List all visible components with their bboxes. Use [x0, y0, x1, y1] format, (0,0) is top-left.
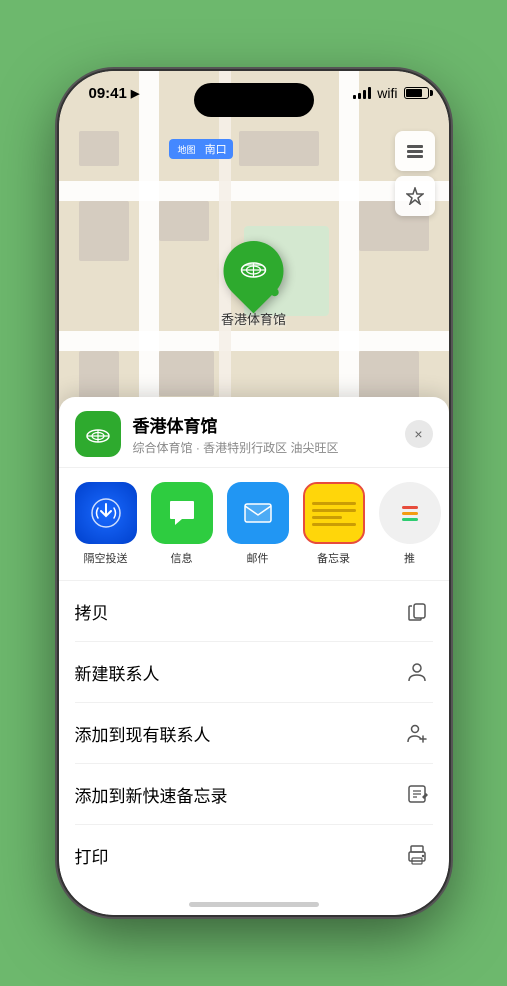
action-add-note-label: 添加到新快速备忘录 — [75, 782, 228, 807]
venue-icon — [75, 411, 121, 457]
notes-label: 备忘录 — [317, 550, 350, 566]
action-new-contact-label: 新建联系人 — [75, 660, 160, 685]
notes-lines-container — [312, 502, 356, 526]
action-copy-label: 拷贝 — [75, 599, 109, 624]
action-add-existing-label: 添加到现有联系人 — [75, 721, 211, 746]
action-new-contact[interactable]: 新建联系人 — [75, 642, 433, 703]
notes-icon — [303, 482, 365, 544]
quick-note-icon — [401, 778, 433, 810]
layers-icon — [405, 141, 425, 161]
share-item-mail[interactable]: 邮件 — [227, 482, 289, 566]
print-icon — [401, 839, 433, 871]
location-arrow-icon: ▶ — [131, 87, 139, 100]
person-add-symbol — [406, 722, 428, 744]
mail-label: 邮件 — [247, 550, 269, 566]
share-item-more[interactable]: 推 — [379, 482, 441, 566]
mail-symbol — [241, 496, 275, 530]
battery-icon — [404, 87, 429, 99]
action-add-existing[interactable]: 添加到现有联系人 — [75, 703, 433, 764]
map-controls[interactable] — [395, 131, 435, 216]
notes-line-4 — [312, 523, 356, 526]
phone-screen: 09:41 ▶ wifi — [59, 71, 449, 915]
airdrop-symbol — [89, 496, 123, 530]
map-layers-button[interactable] — [395, 131, 435, 171]
more-dot-green — [402, 518, 418, 521]
sheet-venue-subtitle: 综合体育馆 · 香港特别行政区 油尖旺区 — [133, 439, 405, 456]
location-name: 南口 — [205, 144, 227, 156]
person-symbol — [406, 661, 428, 683]
signal-bar-2 — [358, 93, 361, 99]
more-icon — [379, 482, 441, 544]
share-item-airdrop[interactable]: 隔空投送 — [75, 482, 137, 566]
stadium-icon — [238, 253, 268, 283]
action-print[interactable]: 打印 — [75, 825, 433, 885]
close-button[interactable]: × — [405, 420, 433, 448]
phone-frame: 09:41 ▶ wifi — [59, 71, 449, 915]
mail-icon — [227, 482, 289, 544]
printer-symbol — [406, 844, 428, 866]
venue-stadium-icon — [85, 421, 111, 447]
location-button[interactable] — [395, 176, 435, 216]
signal-bars-icon — [353, 87, 371, 99]
dynamic-island — [194, 83, 314, 117]
airdrop-icon — [75, 482, 137, 544]
home-indicator — [189, 902, 319, 907]
time-display: 09:41 — [89, 85, 127, 102]
building-6 — [79, 351, 119, 401]
signal-bar-3 — [363, 90, 366, 99]
sheet-header: 香港体育馆 综合体育馆 · 香港特别行政区 油尖旺区 × — [59, 397, 449, 468]
action-copy[interactable]: 拷贝 — [75, 581, 433, 642]
building-4 — [79, 131, 119, 166]
map-label-icon: 地图 — [175, 144, 199, 156]
note-add-symbol — [406, 783, 428, 805]
sheet-venue-name: 香港体育馆 — [133, 412, 405, 437]
notes-line-3 — [312, 516, 343, 519]
messages-icon — [151, 482, 213, 544]
share-row: 隔空投送 信息 — [59, 468, 449, 581]
more-dot-red — [402, 506, 418, 509]
bottom-sheet: 香港体育馆 综合体育馆 · 香港特别行政区 油尖旺区 × — [59, 397, 449, 915]
road-h-2 — [59, 331, 449, 351]
copy-icon — [401, 595, 433, 627]
building-1 — [79, 201, 129, 261]
venue-pin: 香港体育馆 — [221, 241, 286, 328]
battery-fill — [406, 89, 423, 97]
status-time: 09:41 ▶ — [89, 85, 140, 102]
add-contact-icon — [401, 717, 433, 749]
notes-line-1 — [312, 502, 356, 505]
new-contact-icon — [401, 656, 433, 688]
more-label: 推 — [404, 550, 415, 566]
notes-icon-top — [305, 484, 363, 500]
location-label: 地图 南口 — [169, 139, 233, 159]
status-icons: wifi — [353, 85, 428, 101]
action-list: 拷贝 新建联系人 — [59, 581, 449, 885]
messages-label: 信息 — [171, 550, 193, 566]
wifi-icon: wifi — [377, 85, 397, 101]
road-h-1 — [59, 181, 449, 201]
building-2 — [159, 201, 209, 241]
pin-circle — [211, 229, 296, 314]
airdrop-label: 隔空投送 — [84, 550, 128, 566]
notes-line-2 — [312, 509, 356, 512]
building-5 — [239, 131, 319, 166]
venue-info: 香港体育馆 综合体育馆 · 香港特别行政区 油尖旺区 — [133, 412, 405, 456]
action-add-note[interactable]: 添加到新快速备忘录 — [75, 764, 433, 825]
pin-inner-icon — [238, 253, 268, 289]
share-item-messages[interactable]: 信息 — [151, 482, 213, 566]
messages-symbol — [165, 496, 199, 530]
more-dots — [402, 506, 418, 521]
close-label: × — [414, 426, 422, 442]
signal-bar-1 — [353, 95, 356, 99]
action-print-label: 打印 — [75, 843, 109, 868]
more-dot-orange — [402, 512, 418, 515]
share-item-notes[interactable]: 备忘录 — [303, 482, 365, 566]
location-icon — [406, 187, 424, 205]
copy-symbol — [406, 600, 428, 622]
signal-bar-4 — [368, 87, 371, 99]
building-7 — [159, 351, 214, 396]
